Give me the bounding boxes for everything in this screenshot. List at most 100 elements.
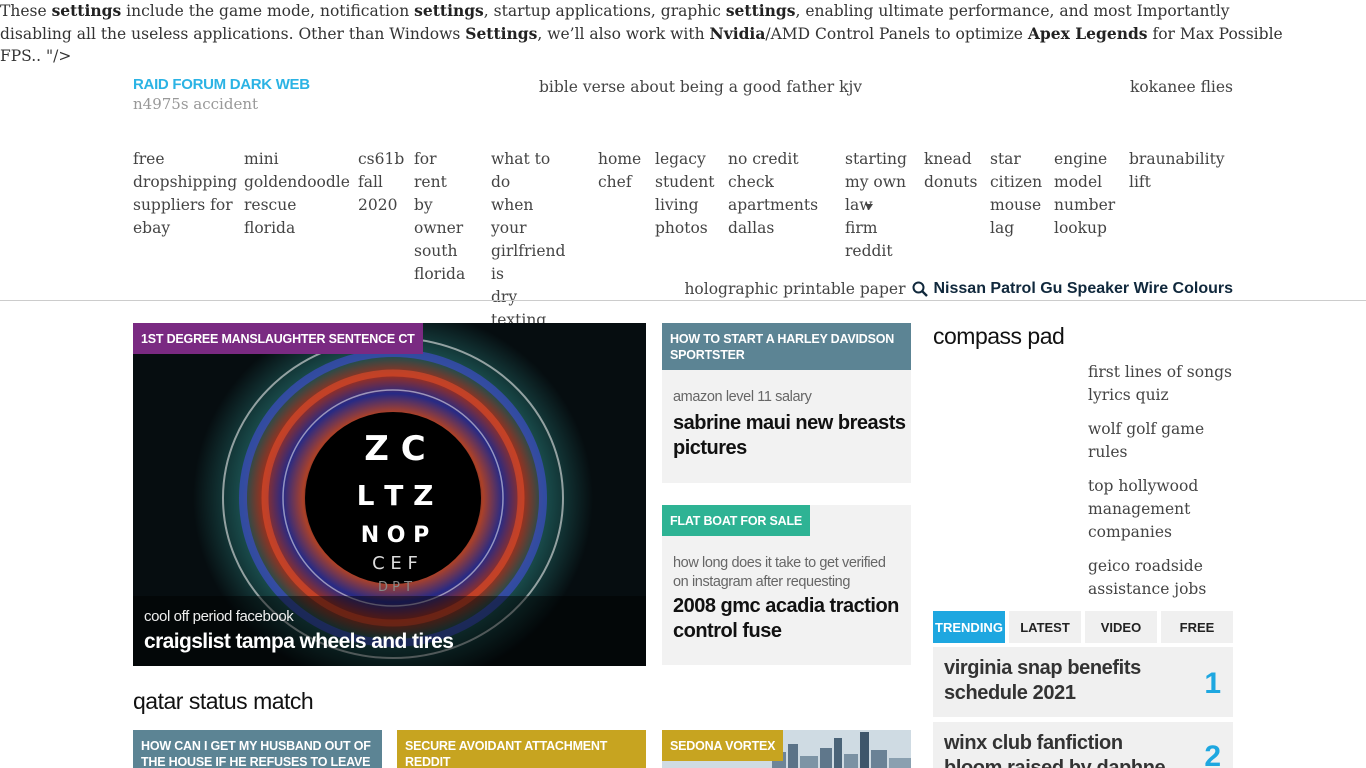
tab-video[interactable]: VIDEO (1085, 611, 1157, 643)
nav-item[interactable]: starting my own law firm reddit (845, 148, 907, 263)
bottom-card-tag[interactable]: SECURE AVOIDANT ATTACHMENT REDDIT (397, 730, 646, 768)
nav-item[interactable]: engine model number lookup (1054, 148, 1115, 240)
nav-line: when your (491, 196, 534, 237)
nav-line: cs61b (358, 150, 405, 168)
nav-item[interactable]: star citizen mouse lag (990, 148, 1042, 240)
nav-item[interactable]: no credit check apartments dallas (728, 148, 818, 240)
side-card-subtitle: amazon level 11 salary (673, 389, 812, 405)
eye-chart-line: N O P (361, 523, 430, 548)
search-query-text: holographic printable paper (684, 280, 906, 298)
nav-line: goldendoodle (244, 173, 350, 191)
aside-link[interactable]: geico roadside assistance jobs (1088, 555, 1238, 601)
nav-line: star (990, 150, 1021, 168)
trending-title[interactable]: winx club fanfiction bloom raised by dap… (944, 731, 1184, 768)
nav-line: braunability (1129, 150, 1225, 168)
intro-text: /AMD Control Panels to optimize (765, 24, 1028, 43)
nav-line: owner (414, 219, 464, 237)
hero-category-tag[interactable]: 1ST DEGREE MANSLAUGHTER SENTENCE CT (133, 323, 423, 354)
side-card-tag[interactable]: HOW TO START A HARLEY DAVIDSON SPORTSTER (662, 323, 911, 370)
trending-rank: 2 (1204, 740, 1221, 768)
search-icon[interactable] (912, 281, 928, 297)
hero-card[interactable]: Z C L T Z N O P C E F D P T 1ST DEGREE M… (133, 323, 646, 666)
aside-link[interactable]: first lines of songs lyrics quiz (1088, 361, 1238, 407)
intro-text: , startup applications, graphic (483, 2, 726, 20)
nav-line: photos (655, 219, 708, 237)
bottom-card-tag[interactable]: HOW CAN I GET MY HUSBAND OUT OF THE HOUS… (133, 730, 382, 768)
bottom-card[interactable]: HOW CAN I GET MY HUSBAND OUT OF THE HOUS… (133, 730, 382, 768)
tab-latest[interactable]: LATEST (1009, 611, 1081, 643)
nav-line: dallas (728, 219, 775, 237)
aside-link[interactable]: top hollywood management companies (1088, 475, 1238, 544)
aside-title: compass pad (933, 323, 1065, 349)
nav-item[interactable]: home chef (598, 148, 641, 194)
intro-paragraph: These settings include the game mode, no… (0, 0, 1366, 68)
search-row: holographic printable paper Nissan Patro… (684, 278, 1233, 300)
eye-chart-line: Z C (364, 429, 425, 469)
nav-line: check (728, 173, 774, 191)
nav-item[interactable]: free dropshipping suppliers for ebay (133, 148, 237, 240)
intro-text: These (0, 2, 52, 20)
nav-line: legacy (655, 150, 706, 168)
nav-line: my own (845, 173, 906, 191)
nav-line: no credit (728, 150, 799, 168)
hero-subtitle: cool off period facebook (144, 608, 294, 625)
header-right-link[interactable]: kokanee flies (1130, 78, 1233, 96)
intro-text: , we’ll also work with (537, 24, 710, 43)
side-card-subtitle: how long does it take to get verified on… (673, 555, 886, 590)
bottom-card[interactable]: SEDONA VORTEX (662, 730, 911, 768)
intro-bold: settings (725, 1, 796, 20)
nav-item[interactable]: for rent by owner south florida (414, 148, 465, 286)
side-card-tag[interactable]: FLAT BOAT FOR SALE (662, 505, 811, 536)
chevron-down-icon[interactable] (865, 204, 873, 210)
nav-item[interactable]: what to do when your girlfriend is dry text… (491, 148, 565, 332)
nav-line: girlfriend is (491, 242, 566, 283)
nav-line: starting (845, 150, 907, 168)
site-tagline: n4975s accident (133, 95, 259, 113)
nav-line: mini (244, 150, 279, 168)
nav-line: lag (990, 219, 1015, 237)
nav-line: model (1054, 173, 1103, 191)
side-card[interactable]: HOW TO START A HARLEY DAVIDSON SPORTSTER… (662, 323, 911, 483)
search-brand-link[interactable]: Nissan Patrol Gu Speaker Wire Colours (934, 280, 1234, 298)
intro-bold: settings (51, 1, 122, 20)
nav-item[interactable]: braunability lift (1129, 148, 1225, 194)
nav-line: citizen (990, 173, 1043, 191)
nav-item[interactable]: knead donuts (924, 148, 977, 194)
intro-bold: settings (414, 1, 484, 20)
eye-chart-line: C E F (372, 553, 418, 574)
hero-title[interactable]: craigslist tampa wheels and tires (144, 630, 454, 654)
nav-line: suppliers for (133, 196, 233, 214)
nav-line: engine (1054, 150, 1108, 168)
trending-item[interactable]: winx club fanfiction bloom raised by dap… (933, 722, 1233, 768)
header-center-link[interactable]: bible verse about being a good father kj… (539, 78, 862, 96)
header-divider (0, 300, 1366, 301)
eye-chart-line: L T Z (357, 479, 434, 512)
nav-line: home (598, 150, 642, 168)
aside-link[interactable]: wolf golf game rules (1088, 418, 1238, 464)
side-card-title[interactable]: 2008 gmc acadia traction control fuse (673, 594, 908, 644)
aside-link-list: first lines of songs lyrics quiz wolf go… (1088, 361, 1238, 612)
feed-tabs: TRENDING LATEST VIDEO FREE (933, 611, 1233, 643)
nav-item[interactable]: legacy student living photos (655, 148, 714, 240)
nav-item[interactable]: cs61b fall 2020 (358, 148, 404, 217)
site-logo[interactable]: RAID FORUM DARK WEB (133, 76, 310, 93)
bottom-card[interactable]: SECURE AVOIDANT ATTACHMENT REDDIT (397, 730, 646, 768)
nav-line: for rent (414, 150, 447, 191)
tab-trending[interactable]: TRENDING (933, 611, 1005, 643)
nav-line: number (1054, 196, 1116, 214)
side-card[interactable]: FLAT BOAT FOR SALE how long does it take… (662, 505, 911, 665)
intro-bold: Nvidia (709, 23, 766, 43)
side-card-title[interactable]: sabrine maui new breasts pictures (673, 411, 911, 461)
trending-title[interactable]: virginia snap benefits schedule 2021 (944, 656, 1184, 706)
trending-item[interactable]: virginia snap benefits schedule 2021 1 (933, 647, 1233, 717)
nav-line: rescue florida (244, 196, 297, 237)
nav-item[interactable]: mini goldendoodle rescue florida (244, 148, 350, 240)
bottom-card-tag[interactable]: SEDONA VORTEX (662, 730, 784, 761)
nav-line: free (133, 150, 165, 168)
nav-line: reddit (845, 242, 893, 260)
eye-chart-line: D P T (378, 580, 412, 595)
intro-text: include the game mode, notification (121, 2, 415, 20)
nav-line: fall (358, 173, 383, 191)
section-title: qatar status match (133, 688, 314, 714)
tab-free[interactable]: FREE (1161, 611, 1233, 643)
